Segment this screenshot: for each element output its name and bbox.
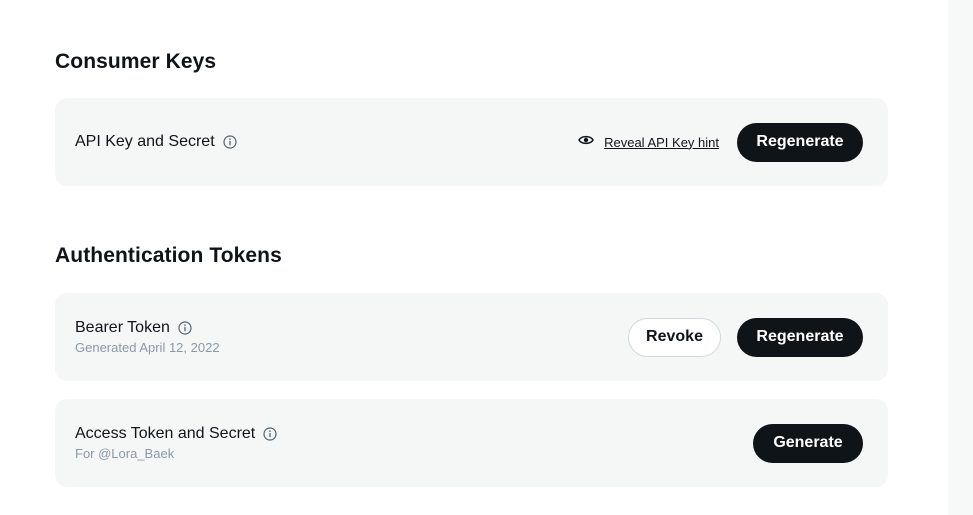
- access-token-card: Access Token and Secret For @Lora_Baek G…: [55, 399, 888, 487]
- api-key-label: API Key and Secret: [75, 133, 215, 150]
- bearer-token-card: Bearer Token Generated April 12, 2022 Re…: [55, 293, 888, 381]
- api-key-card: API Key and Secret Reveal API Key hint R…: [55, 98, 888, 186]
- reveal-api-key-hint-link[interactable]: Reveal API Key hint: [578, 133, 719, 151]
- access-token-label: Access Token and Secret: [75, 425, 256, 442]
- reveal-api-key-hint-text: Reveal API Key hint: [604, 134, 719, 150]
- bearer-token-regenerate-button[interactable]: Regenerate: [737, 317, 863, 357]
- authentication-tokens-heading: Authentication Tokens: [55, 244, 282, 267]
- access-token-actions: Generate: [753, 399, 863, 487]
- bearer-token-actions: Revoke Regenerate: [628, 293, 863, 381]
- bearer-token-generated-date: Generated April 12, 2022: [75, 340, 220, 355]
- access-token-generate-button[interactable]: Generate: [753, 423, 863, 463]
- bearer-token-revoke-button[interactable]: Revoke: [628, 317, 721, 357]
- eye-icon: [578, 133, 594, 151]
- info-icon[interactable]: [223, 135, 237, 149]
- bearer-token-title-row: Bearer Token: [75, 319, 220, 337]
- bearer-token-label: Bearer Token: [75, 319, 170, 336]
- access-token-title-row: Access Token and Secret: [75, 425, 277, 443]
- api-key-info: API Key and Secret: [75, 98, 237, 186]
- right-sidebar-edge: [948, 0, 973, 515]
- bearer-token-info: Bearer Token Generated April 12, 2022: [75, 293, 220, 381]
- access-token-info: Access Token and Secret For @Lora_Baek: [75, 399, 277, 487]
- access-token-owner: For @Lora_Baek: [75, 446, 175, 461]
- consumer-keys-heading: Consumer Keys: [55, 50, 217, 73]
- api-key-title-row: API Key and Secret: [75, 133, 237, 151]
- info-icon[interactable]: [263, 427, 277, 441]
- main-content: Consumer Keys API Key and Secret Reveal …: [0, 0, 948, 515]
- api-key-regenerate-button[interactable]: Regenerate: [737, 122, 863, 162]
- api-key-actions: Reveal API Key hint Regenerate: [578, 98, 863, 186]
- info-icon[interactable]: [178, 321, 192, 335]
